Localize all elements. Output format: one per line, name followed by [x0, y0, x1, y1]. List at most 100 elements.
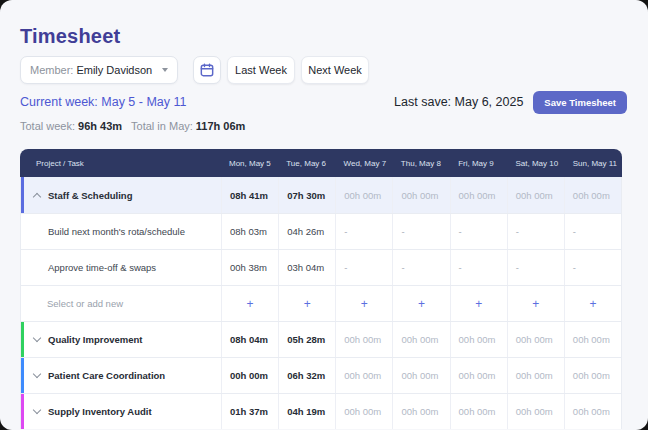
project-name-cell[interactable]: Patient Care Coordination — [21, 358, 221, 393]
time-entry-cell[interactable]: 00h 00m — [507, 358, 564, 393]
time-entry-cell[interactable]: 08h 04m — [221, 322, 278, 357]
time-value: 05h 28m — [287, 334, 325, 345]
chevron-up-icon[interactable] — [33, 192, 41, 200]
add-entry-cell[interactable]: + — [392, 286, 449, 321]
plus-icon[interactable]: + — [589, 297, 596, 311]
time-entry-cell[interactable]: 00h 00m — [507, 394, 564, 429]
time-entry-cell[interactable]: 00h 00m — [335, 177, 392, 213]
last-week-button[interactable]: Last Week — [227, 56, 295, 84]
row-label: Patient Care Coordination — [48, 370, 165, 381]
calendar-button[interactable] — [193, 56, 221, 84]
time-value: 00h 00m — [516, 406, 553, 417]
time-entry-cell[interactable]: 00h 00m — [450, 322, 507, 357]
time-entry-cell[interactable]: 04h 19m — [278, 394, 335, 429]
time-entry-cell[interactable]: - — [450, 250, 507, 285]
total-week-value: 96h 43m — [78, 120, 122, 132]
time-value: 00h 00m — [230, 370, 268, 381]
time-value: 00h 00m — [344, 334, 381, 345]
time-value: - — [516, 226, 519, 237]
time-entry-cell[interactable]: - — [392, 214, 449, 249]
time-entry-cell[interactable]: 00h 00m — [450, 177, 507, 213]
chevron-down-icon[interactable] — [33, 370, 41, 378]
time-entry-cell[interactable]: 07h 30m — [278, 177, 335, 213]
time-entry-cell[interactable]: 00h 00m — [221, 358, 278, 393]
add-entry-cell[interactable]: + — [450, 286, 507, 321]
time-entry-cell[interactable]: 04h 26m — [278, 214, 335, 249]
time-entry-cell[interactable]: 00h 00m — [507, 177, 564, 213]
time-entry-cell[interactable]: 00h 00m — [564, 358, 621, 393]
column-header-day: Tue, May 6 — [278, 159, 335, 168]
add-entry-cell[interactable]: + — [335, 286, 392, 321]
next-week-button[interactable]: Next Week — [301, 56, 369, 84]
plus-icon[interactable]: + — [418, 297, 425, 311]
time-entry-cell[interactable]: 00h 00m — [335, 358, 392, 393]
time-entry-cell[interactable]: 00h 00m — [335, 322, 392, 357]
time-entry-cell[interactable]: - — [507, 214, 564, 249]
row-label: Select or add new — [21, 298, 123, 309]
toolbar: Member: Emily Davidson Last Week Next We… — [20, 56, 369, 84]
total-week-label: Total week: — [20, 120, 75, 132]
time-entry-cell[interactable]: 00h 00m — [507, 322, 564, 357]
chevron-down-icon[interactable] — [33, 406, 41, 414]
timesheet-table: Project / Task Mon, May 5Tue, May 6Wed, … — [20, 149, 622, 429]
time-value: - — [459, 262, 462, 273]
time-entry-cell[interactable]: 08h 41m — [221, 177, 278, 213]
time-entry-cell[interactable]: 00h 00m — [392, 177, 449, 213]
time-entry-cell[interactable]: 00h 00m — [450, 358, 507, 393]
time-entry-cell[interactable]: 00h 00m — [335, 394, 392, 429]
select-or-add-cell[interactable]: Select or add new — [21, 286, 221, 321]
member-select[interactable]: Member: Emily Davidson — [20, 56, 178, 84]
column-header-day: Sun, May 11 — [565, 159, 622, 168]
time-entry-cell[interactable]: 00h 00m — [564, 322, 621, 357]
time-entry-cell[interactable]: 03h 04m — [278, 250, 335, 285]
time-entry-cell[interactable]: 00h 00m — [564, 177, 621, 213]
time-value: - — [344, 262, 347, 273]
plus-icon[interactable]: + — [304, 297, 311, 311]
time-entry-cell[interactable]: 06h 32m — [278, 358, 335, 393]
time-value: 00h 00m — [401, 406, 438, 417]
chevron-down-icon[interactable] — [33, 334, 41, 342]
time-value: 07h 30m — [287, 190, 325, 201]
time-value: 08h 04m — [230, 334, 268, 345]
totals-row: Total week: 96h 43m Total in May: 117h 0… — [20, 120, 245, 132]
time-entry-cell[interactable]: - — [335, 214, 392, 249]
time-entry-cell[interactable]: 00h 00m — [564, 394, 621, 429]
add-entry-cell[interactable]: + — [221, 286, 278, 321]
add-entry-cell[interactable]: + — [564, 286, 621, 321]
time-entry-cell[interactable]: - — [392, 250, 449, 285]
time-entry-cell[interactable]: - — [564, 250, 621, 285]
time-value: - — [573, 262, 576, 273]
time-entry-cell[interactable]: 00h 00m — [392, 322, 449, 357]
plus-icon[interactable]: + — [361, 297, 368, 311]
project-name-cell[interactable]: Supply Inventory Audit — [21, 394, 221, 429]
time-entry-cell[interactable]: 00h 00m — [450, 394, 507, 429]
plus-icon[interactable]: + — [532, 297, 539, 311]
plus-icon[interactable]: + — [247, 297, 254, 311]
time-value: 00h 00m — [401, 370, 438, 381]
add-entry-cell[interactable]: + — [507, 286, 564, 321]
project-name-cell[interactable]: Staff & Scheduling — [21, 177, 221, 213]
group-row: Supply Inventory Audit01h 37m 04h 19m 00h … — [21, 393, 621, 429]
add-entry-cell[interactable]: + — [278, 286, 335, 321]
time-entry-cell[interactable]: 00h 00m — [392, 394, 449, 429]
page-title: Timesheet — [20, 25, 120, 48]
time-entry-cell[interactable]: 05h 28m — [278, 322, 335, 357]
time-entry-cell[interactable]: 08h 03m — [221, 214, 278, 249]
time-entry-cell[interactable]: 00h 00m — [392, 358, 449, 393]
time-entry-cell[interactable]: - — [335, 250, 392, 285]
time-value: 04h 19m — [287, 406, 325, 417]
plus-icon[interactable]: + — [475, 297, 482, 311]
time-value: 00h 00m — [573, 190, 610, 201]
time-value: 08h 41m — [230, 190, 268, 201]
time-value: 06h 32m — [287, 370, 325, 381]
group-row: Quality Improvement 08h 04m 05h 28m 00h 00m… — [21, 321, 621, 357]
time-value: - — [459, 226, 462, 237]
time-entry-cell[interactable]: - — [450, 214, 507, 249]
time-entry-cell[interactable]: 00h 38m — [221, 250, 278, 285]
time-value: 00h 00m — [459, 334, 496, 345]
save-timesheet-button[interactable]: Save Timesheet — [533, 91, 627, 114]
time-entry-cell[interactable]: - — [564, 214, 621, 249]
time-entry-cell[interactable]: - — [507, 250, 564, 285]
project-name-cell[interactable]: Quality Improvement — [21, 322, 221, 357]
time-entry-cell[interactable]: 01h 37m — [221, 394, 278, 429]
